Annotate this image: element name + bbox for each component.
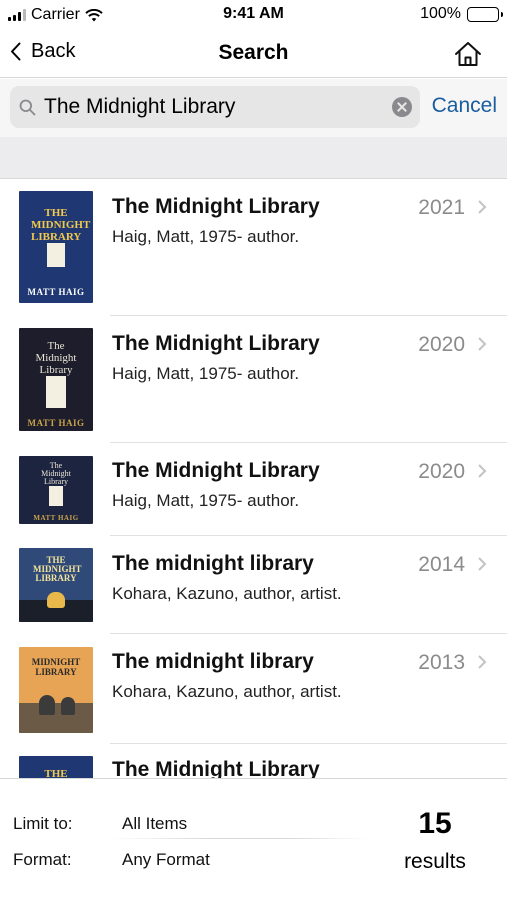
result-row[interactable]: THE The Midnight Library — [0, 744, 507, 778]
search-field[interactable] — [10, 86, 420, 128]
clear-search-icon[interactable] — [392, 97, 412, 117]
cover-title: THE — [44, 768, 68, 778]
home-icon[interactable] — [453, 40, 483, 68]
cover-title: The Midnight Library — [35, 340, 77, 376]
search-scope-band — [0, 137, 507, 179]
result-title: The Midnight Library — [112, 758, 320, 778]
result-author: Haig, Matt, 1975- author. — [112, 227, 300, 246]
chevron-right-icon — [478, 655, 487, 669]
cover-author: MATT HAIG — [27, 287, 85, 297]
search-icon — [19, 99, 36, 116]
result-row[interactable]: THE MIDNIGHT LIBRARY The midnight librar… — [0, 536, 507, 634]
result-author: Haig, Matt, 1975- author. — [112, 491, 300, 510]
chevron-right-icon — [478, 337, 487, 351]
result-row[interactable]: THE MIDNIGHT LIBRARY MATT HAIG The Midni… — [0, 179, 507, 316]
result-year: 2020 — [418, 333, 465, 356]
format-label: Format: — [13, 850, 72, 869]
battery-icon — [467, 6, 503, 22]
result-title: The Midnight Library — [112, 332, 320, 355]
result-title: The Midnight Library — [112, 195, 320, 218]
cover-title: The Midnight Library — [41, 461, 71, 486]
result-year: 2021 — [418, 196, 465, 219]
results-count-label: results — [404, 850, 466, 873]
cover-title: THE MIDNIGHT LIBRARY — [33, 555, 82, 583]
result-year: 2020 — [418, 460, 465, 483]
book-cover: THE — [19, 756, 93, 778]
chevron-right-icon — [478, 200, 487, 214]
search-bar: Cancel — [0, 79, 507, 137]
results-list: THE MIDNIGHT LIBRARY MATT HAIG The Midni… — [0, 179, 507, 778]
chevron-right-icon — [478, 464, 487, 478]
cancel-button[interactable]: Cancel — [432, 94, 497, 118]
cover-title: THE MIDNIGHT LIBRARY — [31, 207, 91, 243]
result-title: The Midnight Library — [112, 459, 320, 482]
result-title: The midnight library — [112, 650, 314, 673]
battery-percent: 100% — [420, 5, 461, 22]
book-cover: THE MIDNIGHT LIBRARY MATT HAIG — [19, 191, 93, 303]
result-row[interactable]: The Midnight Library MATT HAIG The Midni… — [0, 443, 507, 536]
chevron-right-icon — [478, 557, 487, 571]
results-count: 15 — [418, 807, 452, 840]
status-right: 100% — [420, 5, 503, 23]
result-year: 2014 — [418, 553, 465, 576]
result-author: Kohara, Kazuno, author, artist. — [112, 584, 342, 603]
result-author: Kohara, Kazuno, author, artist. — [112, 682, 342, 701]
page-title: Search — [218, 41, 289, 64]
cover-title: MIDNIGHT LIBRARY — [31, 657, 81, 677]
book-cover: THE MIDNIGHT LIBRARY — [19, 548, 93, 622]
book-cover: The Midnight Library MATT HAIG — [19, 328, 93, 431]
status-bar: Carrier 9:41 AM 100% — [0, 0, 507, 30]
result-row[interactable]: The Midnight Library MATT HAIG The Midni… — [0, 316, 507, 443]
navigation-bar: Back Search — [0, 30, 507, 78]
result-row[interactable]: MIDNIGHT LIBRARY The midnight library Ko… — [0, 634, 507, 744]
limit-label: Limit to: — [13, 814, 73, 833]
result-author: Haig, Matt, 1975- author. — [112, 364, 300, 383]
book-cover: MIDNIGHT LIBRARY — [19, 647, 93, 733]
filter-divider — [110, 838, 368, 839]
result-title: The midnight library — [112, 552, 314, 575]
limit-selector[interactable]: All Items — [122, 814, 187, 834]
format-selector[interactable]: Any Format — [122, 850, 210, 870]
cover-author: MATT HAIG — [33, 514, 79, 522]
book-cover: The Midnight Library MATT HAIG — [19, 456, 93, 524]
filter-bar: Limit to: All Items Format: Any Format 1… — [0, 778, 507, 900]
cover-author: MATT HAIG — [27, 418, 85, 428]
search-input[interactable] — [44, 86, 384, 128]
result-year: 2013 — [418, 651, 465, 674]
